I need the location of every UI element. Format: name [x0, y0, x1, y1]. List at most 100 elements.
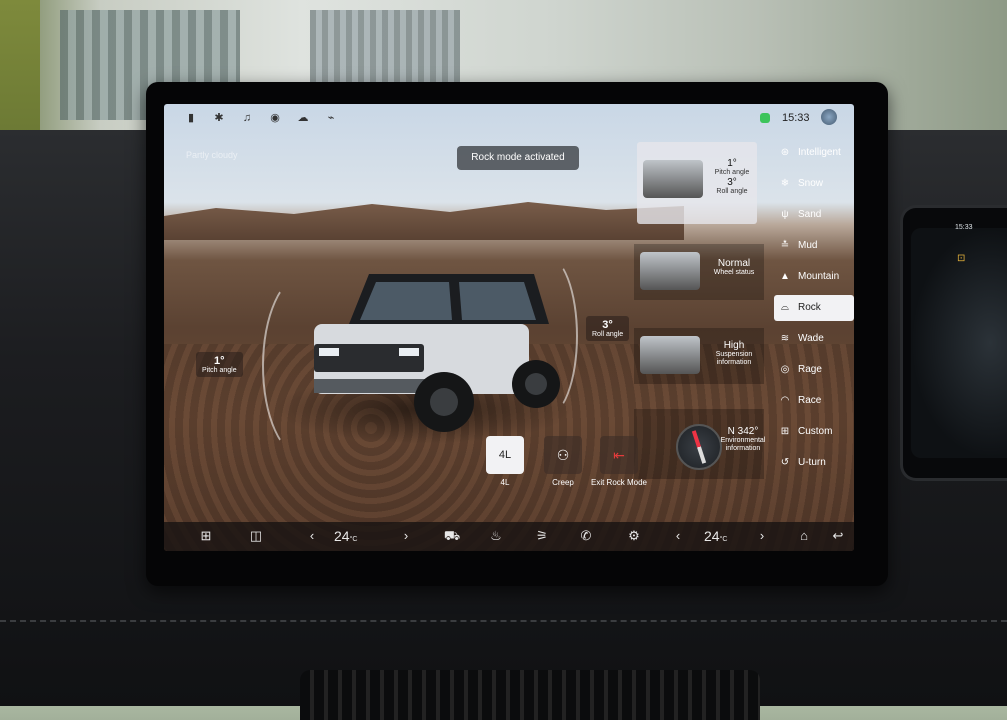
creep-icon: ⚇ — [556, 447, 570, 463]
right-temp-down-icon[interactable]: ‹ — [668, 528, 688, 544]
mode-label: Mountain — [798, 271, 840, 282]
attitude-text: 1° Pitch angle 3° Roll angle — [709, 158, 755, 196]
left-temp-unit: °C — [349, 536, 358, 543]
pitch-arc — [262, 274, 346, 458]
suspension-value: High — [723, 340, 745, 351]
roll-arc — [514, 254, 578, 418]
defrost-icon[interactable]: ♨ — [486, 528, 506, 544]
phone-icon[interactable]: ✆ — [576, 528, 596, 544]
cluster-gear-icon: ⊡ — [957, 253, 966, 264]
location-icon[interactable]: ◉ — [268, 112, 282, 124]
mode-label: Sand — [798, 209, 822, 220]
mode-mud[interactable]: ≛ Mud — [774, 233, 854, 259]
pitch-readout: 1° Pitch angle — [196, 352, 243, 377]
intelligent-icon: ⊛ — [780, 147, 790, 158]
cloud-icon[interactable]: ☁ — [296, 112, 310, 124]
mode-race[interactable]: ◠ Race — [774, 388, 854, 414]
left-temp-down-icon[interactable]: ‹ — [302, 528, 322, 544]
left-temp-value: 24 — [334, 528, 350, 544]
mode-rock[interactable]: ⌓ Rock — [774, 295, 854, 321]
race-icon: ◠ — [780, 395, 790, 406]
compass-icon — [676, 424, 722, 470]
pitch-value: 1° — [214, 355, 225, 367]
creep-button[interactable]: ⚇ — [544, 436, 582, 474]
mode-mountain[interactable]: ▲ Mountain — [774, 264, 854, 290]
mode-label: Mud — [798, 240, 818, 251]
suspension-thumbnail — [640, 336, 700, 374]
environment-text: N 342° Environmental information — [720, 426, 766, 453]
environment-value: N 342° — [727, 426, 759, 437]
wheel-label: Wheel status — [713, 269, 755, 276]
right-temperature[interactable]: 24°C — [704, 528, 727, 544]
exit-label: Exit Rock Mode — [590, 478, 648, 487]
4l-label: 4L — [500, 478, 510, 487]
settings-icon[interactable]: ⚙ — [624, 528, 644, 544]
left-temperature[interactable]: 24°C — [334, 528, 357, 544]
mode-label: Wade — [798, 333, 824, 344]
mode-rage[interactable]: ◎ Rage — [774, 357, 854, 383]
mode-custom[interactable]: ⊞ Custom — [774, 419, 854, 445]
apps-icon[interactable]: ⊞ — [196, 528, 216, 544]
mode-label: U-turn — [798, 457, 826, 468]
mode-label: Rock — [798, 302, 821, 313]
mode-snow[interactable]: ❄ Snow — [774, 171, 854, 197]
toast-message: Rock mode activated — [457, 146, 579, 170]
suspension-text: High Suspension information — [704, 340, 764, 367]
pitch-label: Pitch angle — [202, 367, 237, 374]
back-icon[interactable]: ↩ — [828, 528, 848, 544]
mode-label: Rage — [798, 364, 822, 375]
environment-label: Environmental information — [720, 437, 766, 452]
signal-icon: ▮ — [187, 112, 195, 124]
status-bar: ▮ ✱ ♫ ◉ ☁ ⌁ 15:33 — [164, 104, 854, 132]
creep-label: Creep — [552, 478, 574, 487]
rock-icon: ⌓ — [781, 302, 789, 313]
mode-uturn[interactable]: ↺ U-turn — [774, 450, 854, 476]
mode-label: Race — [798, 395, 822, 406]
seat-heat-icon[interactable]: ⚞ — [532, 528, 552, 544]
attitude-roll-label: Roll angle — [716, 188, 748, 195]
split-icon[interactable]: ◫ — [246, 528, 266, 544]
compass-needle — [691, 430, 707, 464]
mode-label: Custom — [798, 426, 833, 437]
wheel-status-panel[interactable]: Normal Wheel status — [634, 244, 764, 300]
rock-ridge — [164, 202, 684, 240]
right-temp-up-icon[interactable]: › — [752, 528, 772, 544]
attitude-pitch-value: 1° — [727, 158, 737, 169]
mud-icon: ≛ — [780, 240, 790, 251]
bell-icon[interactable]: ♫ — [240, 112, 254, 124]
roll-label: Roll angle — [592, 331, 624, 338]
mode-label: Snow — [798, 178, 824, 189]
wheel-text: Normal Wheel status — [706, 258, 762, 277]
exit-icon: ⇤ — [613, 447, 625, 463]
left-temp-up-icon[interactable]: › — [396, 528, 416, 544]
clock: 15:33 — [782, 112, 810, 124]
wade-icon: ≋ — [780, 333, 790, 344]
hotspot-icon[interactable]: ⌁ — [324, 112, 338, 124]
right-temp-unit: °C — [719, 536, 728, 543]
avatar[interactable] — [821, 109, 837, 125]
infotainment-screen: ▮ ✱ ♫ ◉ ☁ ⌁ 15:33 Partly cloudy Rock mod… — [164, 104, 854, 551]
snow-icon: ❄ — [780, 178, 790, 189]
vehicle-attitude-thumbnail — [643, 160, 703, 198]
sand-icon: ψ — [781, 209, 789, 220]
wheel-value: Normal — [717, 258, 751, 269]
exit-rock-mode-button[interactable]: ⇤ — [600, 436, 638, 474]
uturn-icon: ↺ — [780, 457, 790, 468]
screen-bezel: ▮ ✱ ♫ ◉ ☁ ⌁ 15:33 Partly cloudy Rock mod… — [146, 82, 888, 586]
instrument-cluster: 15:33 ⊡ — [900, 205, 1007, 481]
home-icon[interactable]: ⌂ — [794, 528, 814, 544]
weather-hint: Partly cloudy — [186, 150, 238, 160]
bottom-dock: ⊞ ◫ ‹ 24°C › ⛟ ♨ ⚞ ✆ ⚙ ‹ 24°C › ⌂ ↩ — [164, 522, 854, 551]
mode-wade[interactable]: ≋ Wade — [774, 326, 854, 352]
mode-intelligent[interactable]: ⊛ Intelligent — [774, 140, 854, 166]
attitude-pitch-label: Pitch angle — [714, 169, 750, 176]
attitude-roll-value: 3° — [727, 177, 737, 188]
attitude-card[interactable]: 1° Pitch angle 3° Roll angle — [637, 142, 757, 224]
car-icon[interactable]: ⛟ — [442, 528, 462, 544]
4l-button[interactable]: 4L — [486, 436, 524, 474]
rage-icon: ◎ — [780, 364, 790, 375]
mode-sand[interactable]: ψ Sand — [774, 202, 854, 228]
bluetooth-icon[interactable]: ✱ — [212, 112, 226, 124]
suspension-panel[interactable]: High Suspension information — [634, 328, 764, 384]
right-temp-value: 24 — [704, 528, 720, 544]
